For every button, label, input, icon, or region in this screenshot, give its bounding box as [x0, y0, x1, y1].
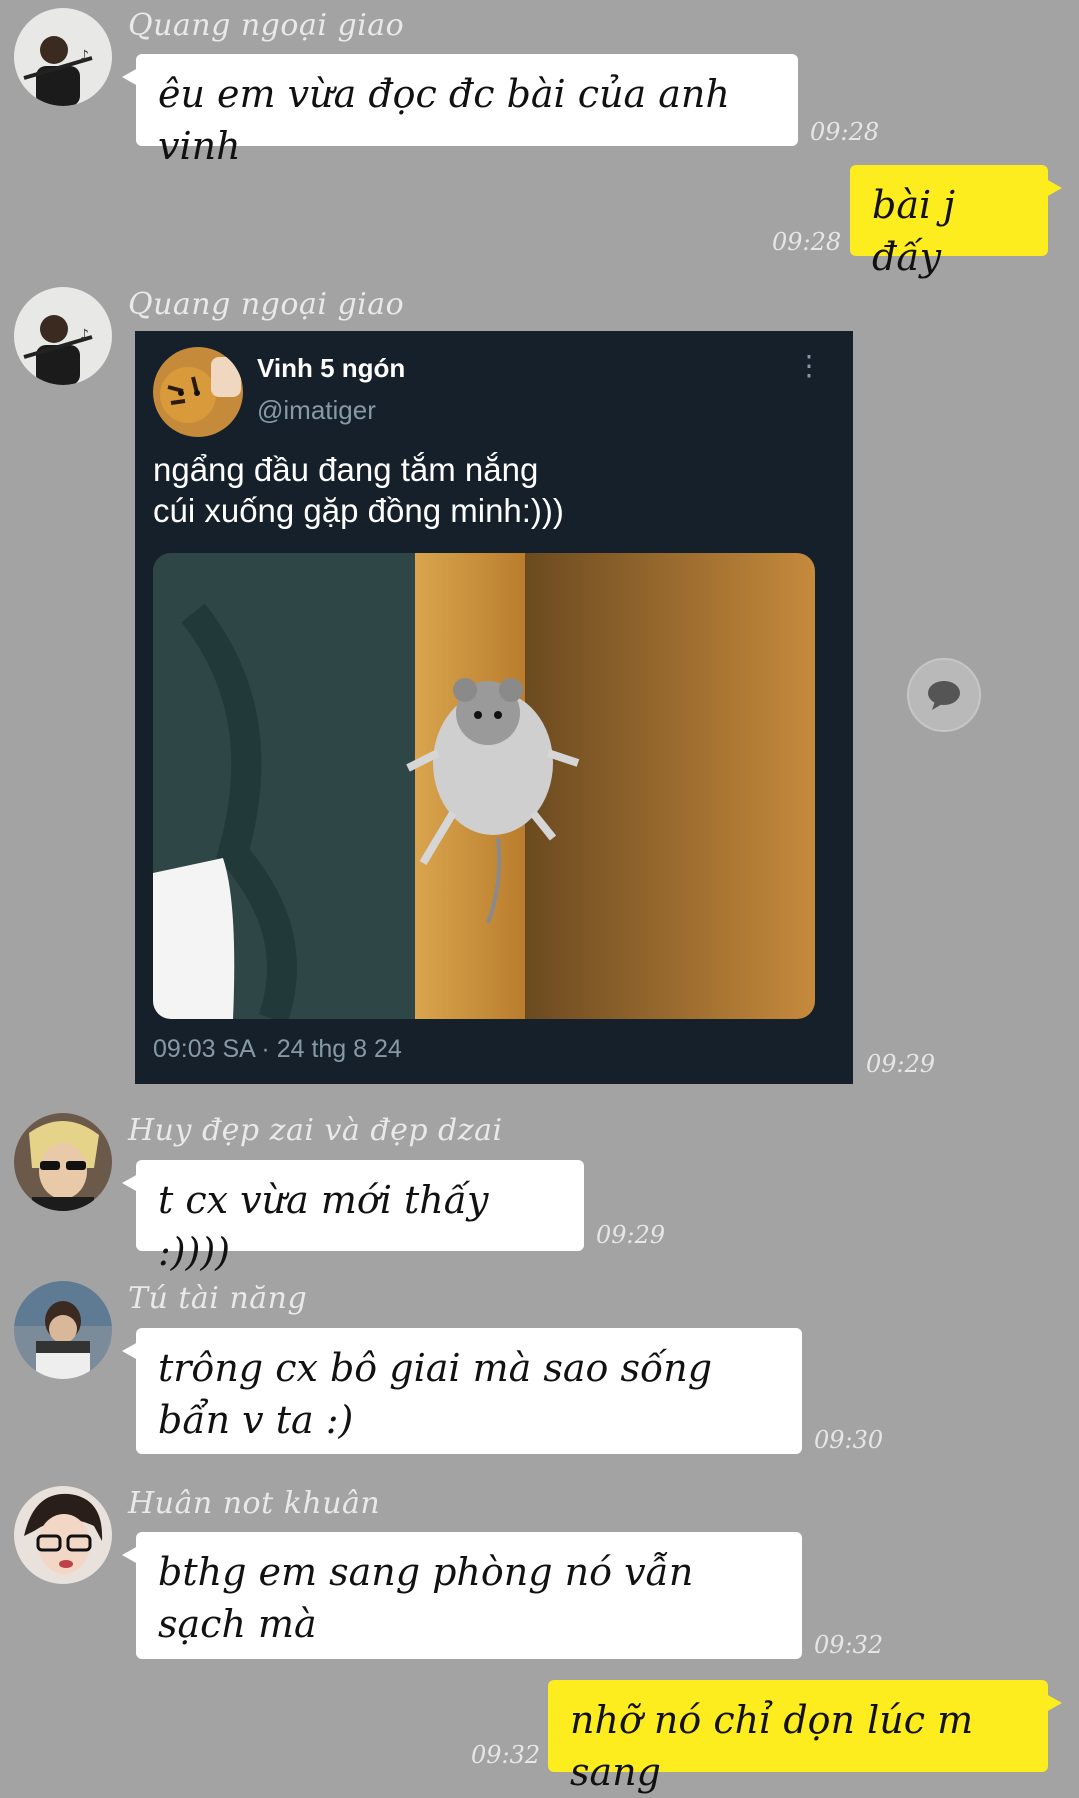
sender-name: Quang ngoại giao — [128, 287, 405, 322]
svg-text:♪: ♪ — [80, 327, 89, 343]
message-text: t cx vừa mới thấy :)))) — [158, 1178, 489, 1274]
message-time: 09:32 — [471, 1741, 541, 1769]
tweet-timestamp: 09:03 SA · 24 thg 8 24 — [153, 1035, 402, 1063]
sender-name: Quang ngoại giao — [128, 8, 405, 43]
message-time: 09:28 — [772, 228, 842, 256]
message-text: nhỡ nó chỉ dọn lúc m sang — [570, 1698, 974, 1794]
avatar[interactable] — [14, 1113, 112, 1211]
avatar[interactable]: ♪ — [14, 287, 112, 385]
sender-name: Huân not khuân — [128, 1486, 381, 1521]
avatar[interactable]: ♪ — [14, 8, 112, 106]
message-bubble[interactable]: trông cx bô giai mà sao sống bẩn v ta :) — [122, 1328, 802, 1454]
message-time: 09:30 — [814, 1426, 884, 1454]
message-time: 09:29 — [596, 1221, 666, 1249]
message-text: êu em vừa đọc đc bài của anh vinh — [158, 72, 730, 168]
tweet-photo[interactable] — [153, 553, 815, 1019]
svg-text:♪: ♪ — [80, 48, 89, 64]
tweet-author-handle[interactable]: @imatiger — [257, 395, 376, 426]
comment-icon[interactable] — [907, 658, 981, 732]
sender-name: Huy đẹp zai và đẹp dzai — [128, 1113, 503, 1148]
message-text: trông cx bô giai mà sao sống bẩn v ta :) — [158, 1346, 713, 1442]
message-bubble-outgoing[interactable]: bài j đấy — [850, 165, 1062, 279]
more-vertical-icon[interactable]: ⋮ — [795, 352, 823, 380]
message-time: 09:28 — [810, 118, 880, 146]
tweet-text: ngẩng đầu đang tắm nắng cúi xuống gặp đồ… — [153, 451, 564, 529]
message-bubble[interactable]: êu em vừa đọc đc bài của anh vinh — [122, 54, 798, 168]
tweet-card[interactable]: Vinh 5 ngón @imatiger ⋮ ngẩng đầu đang t… — [135, 331, 853, 1084]
avatar[interactable] — [14, 1281, 112, 1379]
message-text: bài j đấy — [872, 183, 955, 279]
message-time: 09:29 — [866, 1050, 936, 1078]
message-bubble-outgoing[interactable]: nhỡ nó chỉ dọn lúc m sang — [548, 1680, 1062, 1794]
tweet-author-name[interactable]: Vinh 5 ngón — [257, 353, 405, 384]
tweet-avatar[interactable] — [153, 347, 243, 437]
sender-name: Tú tài năng — [128, 1281, 308, 1316]
message-time: 09:32 — [814, 1631, 884, 1659]
message-bubble[interactable]: bthg em sang phòng nó vẫn sạch mà — [122, 1532, 802, 1659]
message-bubble[interactable]: t cx vừa mới thấy :)))) — [122, 1160, 584, 1274]
message-text: bthg em sang phòng nó vẫn sạch mà — [158, 1550, 694, 1646]
avatar[interactable] — [14, 1486, 112, 1584]
